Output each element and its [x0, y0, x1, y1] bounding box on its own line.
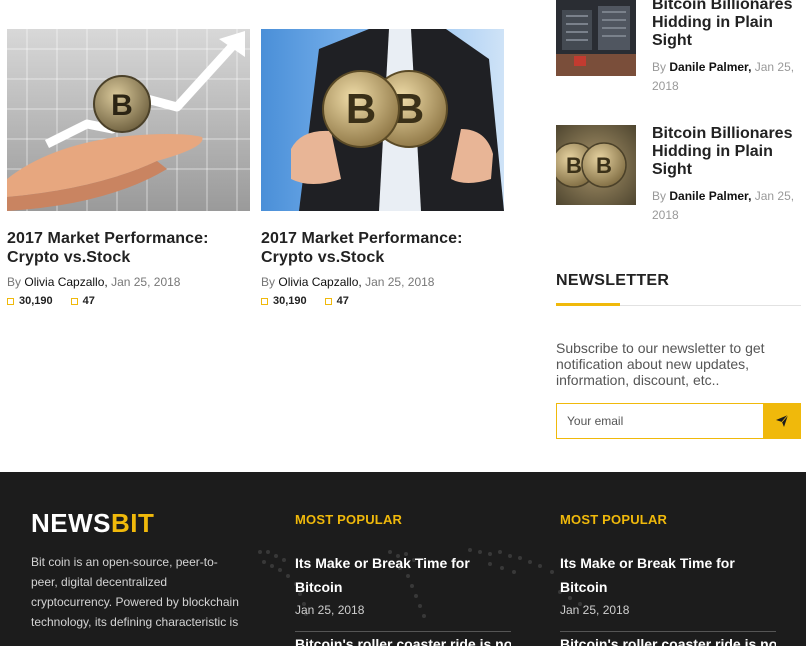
comment-icon	[324, 297, 332, 305]
views-count: 30,190	[273, 295, 307, 307]
logo-part-news: NEWS	[31, 508, 111, 538]
footer-most-popular-column: MOST POPULAR Its Make or Break Time for …	[295, 512, 511, 646]
by-label: By	[652, 189, 667, 203]
sidebar-post-image-mining-rig[interactable]	[556, 0, 636, 76]
newsletter-submit-button[interactable]	[763, 404, 800, 438]
article-date: Jan 25, 2018	[111, 275, 181, 289]
article-title[interactable]: 2017 Market Performance: Crypto vs.Stock	[7, 229, 250, 267]
newsletter-description: Subscribe to our newsletter to get notif…	[556, 340, 765, 388]
comment-icon	[70, 297, 78, 305]
footer-post-title[interactable]: Its Make or Break Time for Bitcoin	[295, 551, 485, 599]
footer-post-date: Jan 25, 2018	[560, 603, 630, 617]
eye-icon	[7, 297, 14, 305]
footer-most-popular-column: MOST POPULAR Its Make or Break Time for …	[560, 512, 776, 646]
sidebar-post-meta: By Danile Palmer, Jan 25, 2018	[652, 58, 801, 96]
logo-part-bit: BIT	[111, 508, 155, 538]
by-label: By	[652, 60, 667, 74]
article-card[interactable]: B B 2017 Market Performance: Crypto vs.S…	[261, 29, 504, 307]
sidebar-post-image-coins[interactable]: B B	[556, 125, 636, 205]
comments-count: 47	[82, 295, 95, 307]
newsletter-heading: NEWSLETTER	[556, 272, 670, 289]
views-stat: 30,190	[261, 295, 307, 307]
article-title[interactable]: 2017 Market Performance: Crypto vs.Stock	[261, 229, 504, 267]
article-date: Jan 25, 2018	[365, 275, 435, 289]
article-meta: By Olivia Capzallo, Jan 25, 2018	[7, 275, 250, 289]
email-input[interactable]	[557, 404, 763, 438]
article-author[interactable]: Olivia Capzallo,	[24, 275, 107, 289]
footer-logo[interactable]: NEWSBIT	[31, 510, 154, 536]
sidebar-post-author[interactable]: Danile Palmer,	[669, 189, 751, 203]
article-card[interactable]: B 2017 Market Performance: Crypto vs.Sto…	[7, 29, 250, 307]
svg-text:B: B	[566, 153, 582, 178]
comments-count: 47	[336, 295, 349, 307]
footer-post-date: Jan 25, 2018	[295, 603, 365, 617]
sidebar-post-title[interactable]: Bitcoin Billionares Hidding in Plain Sig…	[652, 125, 801, 179]
article-author[interactable]: Olivia Capzallo,	[278, 275, 361, 289]
views-count: 30,190	[19, 295, 53, 307]
comments-stat: 47	[70, 295, 95, 307]
article-stats: 30,190 47	[261, 295, 504, 307]
by-label: By	[7, 275, 22, 289]
svg-text:B: B	[346, 85, 376, 132]
footer-column-heading: MOST POPULAR	[560, 512, 668, 527]
article-stats: 30,190 47	[7, 295, 250, 307]
svg-text:B: B	[111, 89, 133, 122]
site-footer: NEWSBIT Bit coin is an open-source, peer…	[0, 472, 806, 646]
sidebar-post-text: Bitcoin Billionares Hidding in Plain Sig…	[652, 125, 801, 225]
by-label: By	[261, 275, 276, 289]
views-stat: 30,190	[7, 295, 53, 307]
footer-post-title[interactable]: Bitcoin's roller coaster ride is not	[560, 636, 776, 646]
sidebar-post-text: Bitcoin Billionares Hidding in Plain Sig…	[652, 0, 801, 96]
sidebar-post-title[interactable]: Bitcoin Billionares Hidding in Plain Sig…	[652, 0, 801, 50]
sidebar-post-meta: By Danile Palmer, Jan 25, 2018	[652, 187, 801, 225]
footer-post-title[interactable]: Bitcoin's roller coaster ride is not	[295, 636, 511, 646]
comments-stat: 47	[324, 295, 349, 307]
send-icon	[775, 415, 788, 427]
sidebar-post[interactable]: B B Bitcoin Billionares Hidding in Plain…	[556, 125, 801, 225]
footer-about-text: Bit coin is an open-source, peer-to-peer…	[31, 555, 239, 629]
footer-post-divider	[560, 631, 776, 632]
article-image-bitcoin-growth[interactable]: B	[7, 29, 250, 211]
newsletter-form	[556, 403, 801, 439]
article-meta: By Olivia Capzallo, Jan 25, 2018	[261, 275, 504, 289]
footer-column-heading: MOST POPULAR	[295, 512, 403, 527]
eye-icon	[261, 297, 268, 305]
article-image-coins-in-hands[interactable]: B B	[261, 29, 504, 211]
newsletter-divider-accent	[556, 303, 620, 306]
sidebar-post[interactable]: Bitcoin Billionares Hidding in Plain Sig…	[556, 0, 801, 96]
footer-post-divider	[295, 631, 511, 632]
sidebar-post-author[interactable]: Danile Palmer,	[669, 60, 751, 74]
svg-text:B: B	[596, 153, 612, 178]
footer-post-title[interactable]: Its Make or Break Time for Bitcoin	[560, 551, 750, 599]
